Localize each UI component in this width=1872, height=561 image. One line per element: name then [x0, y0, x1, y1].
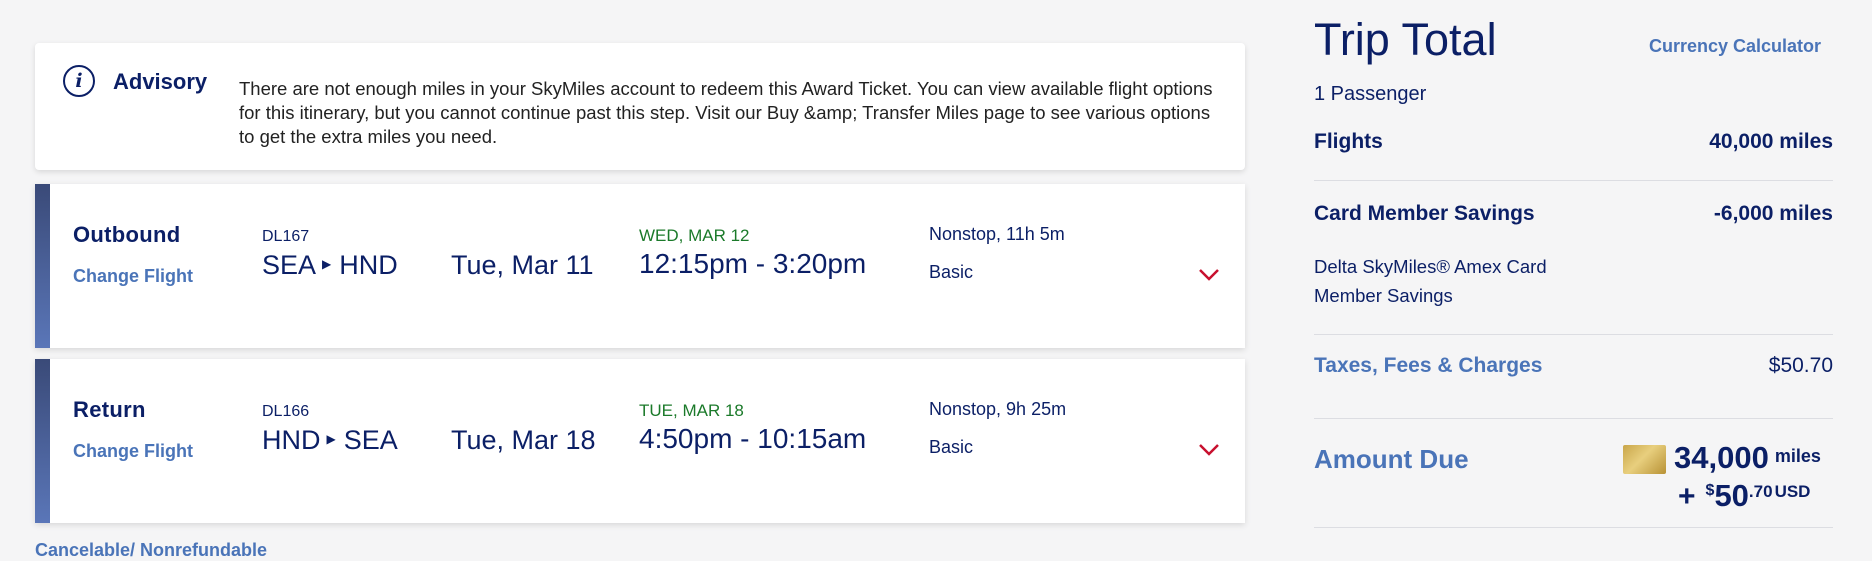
miles-amount: 34,000 — [1674, 440, 1769, 475]
cancel-policy-link[interactable]: Cancelable/ Nonrefundable — [35, 540, 267, 561]
destination-code: HND — [339, 250, 398, 280]
savings-value: -6,000 miles — [1713, 202, 1833, 225]
flight-times: 4:50pm - 10:15am — [639, 423, 867, 454]
amount-due-usd: + $50.70 USD — [1678, 478, 1810, 514]
arrival-date: TUE, MAR 18 — [639, 401, 744, 420]
route-arrow-icon: ▶ — [322, 256, 332, 271]
return-flight-card: Return Change Flight DL166 HND ▶ SEA Tue, … — [35, 359, 1245, 523]
savings-label: Card Member Savings — [1314, 202, 1535, 225]
stops-duration: Nonstop, 11h 5m — [929, 224, 1065, 244]
origin-code: SEA — [262, 250, 317, 280]
fare-class: Basic — [929, 262, 974, 282]
currency-calculator-link[interactable]: Currency Calculator — [1649, 36, 1821, 57]
departure-date: Tue, Mar 11 — [451, 250, 594, 280]
direction-label: Outbound — [73, 222, 181, 247]
usd-cents: .70 — [1748, 482, 1773, 501]
flight-times: 12:15pm - 3:20pm — [639, 248, 867, 279]
chevron-down-icon[interactable] — [1198, 443, 1220, 457]
route-arrow-icon: ▶ — [326, 431, 336, 446]
skymiles-card-icon — [1623, 445, 1666, 474]
flight-number: DL167 — [262, 228, 310, 245]
usd-code: USD — [1774, 482, 1811, 501]
stops-duration: Nonstop, 9h 25m — [929, 399, 1067, 419]
advisory-title: Advisory — [113, 69, 208, 94]
amount-due-label: Amount Due — [1314, 444, 1469, 474]
amount-due-miles: 34,000 miles — [1674, 440, 1821, 476]
route: SEA ▶ HND — [262, 250, 398, 281]
flights-value: 40,000 miles — [1709, 130, 1833, 153]
destination-code: SEA — [343, 425, 398, 455]
change-flight-link[interactable]: Change Flight — [73, 441, 193, 462]
direction-label: Return — [73, 397, 146, 422]
currency-symbol: $ — [1705, 482, 1715, 499]
arrival-date: WED, MAR 12 — [639, 226, 750, 245]
chevron-down-icon[interactable] — [1198, 268, 1220, 282]
info-icon: i — [63, 65, 95, 97]
change-flight-link[interactable]: Change Flight — [73, 266, 193, 287]
outbound-flight-card: Outbound Change Flight DL167 SEA ▶ HND Tue… — [35, 184, 1245, 348]
card-accent-bar — [35, 184, 50, 348]
advisory-banner: i Advisory There are not enough miles in… — [35, 43, 1245, 170]
savings-description: Delta SkyMiles® Amex Card Member Savings — [1314, 256, 1547, 306]
flight-number: DL166 — [262, 403, 310, 420]
divider — [1314, 527, 1833, 528]
route: HND ▶ SEA — [262, 425, 398, 456]
departure-date: Tue, Mar 18 — [451, 425, 596, 455]
advisory-message: There are not enough miles in your SkyMi… — [239, 78, 1213, 147]
card-accent-bar — [35, 359, 50, 523]
origin-code: HND — [262, 425, 321, 455]
miles-unit: miles — [1774, 446, 1821, 466]
plus-sign: + — [1678, 480, 1696, 513]
divider — [1314, 180, 1833, 181]
trip-total-title: Trip Total — [1314, 14, 1497, 65]
usd-whole: 50 — [1714, 478, 1749, 513]
flights-label: Flights — [1314, 130, 1383, 153]
divider — [1314, 418, 1833, 419]
divider — [1314, 334, 1833, 335]
passenger-count: 1 Passenger — [1314, 83, 1427, 105]
fare-class: Basic — [929, 437, 974, 457]
taxes-fees-value: $50.70 — [1768, 354, 1833, 377]
taxes-fees-link[interactable]: Taxes, Fees & Charges — [1314, 354, 1542, 378]
